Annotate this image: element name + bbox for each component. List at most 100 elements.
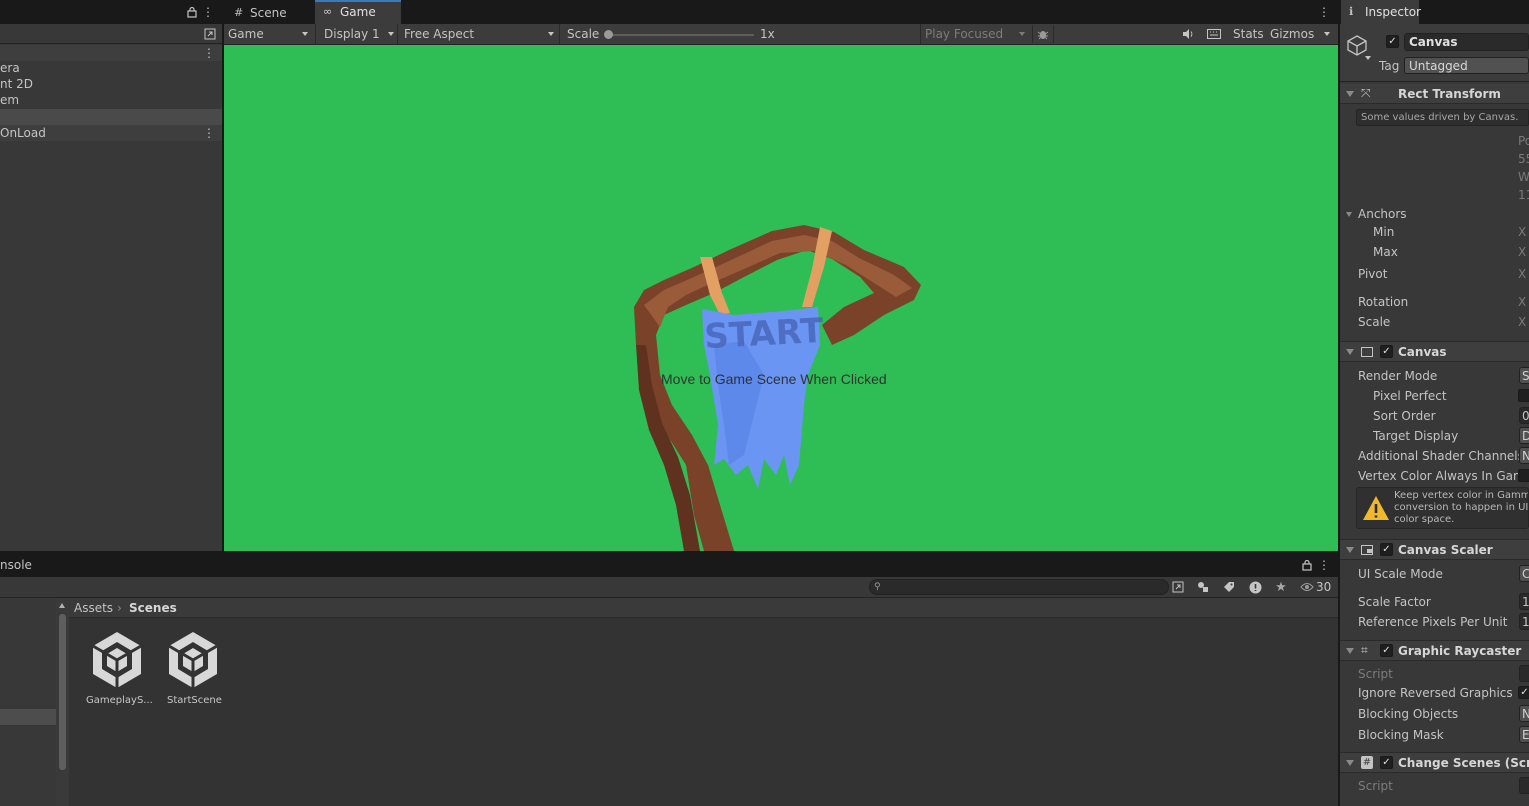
aspect-dropdown[interactable]: Free Aspect — [400, 24, 560, 44]
hierarchy-item-selected[interactable] — [0, 109, 222, 125]
tab-game-label: Game — [340, 5, 376, 19]
scroll-thumb[interactable] — [59, 614, 66, 770]
lock-icon[interactable] — [1300, 558, 1314, 572]
blocking-objects-dropdown[interactable]: N — [1519, 705, 1529, 722]
play-mode-dropdown[interactable]: Play Focused — [920, 24, 1030, 44]
filter-type-icon[interactable] — [1194, 579, 1212, 595]
tag-dropdown[interactable]: Untagged — [1404, 57, 1529, 74]
eye-icon[interactable] — [1299, 580, 1315, 594]
vertex-color-label: Vertex Color Always In Gamm — [1358, 469, 1518, 483]
tab-scene[interactable]: # Scene — [226, 2, 314, 24]
tab-console[interactable]: nsole — [0, 558, 32, 572]
unity-scene-icon — [92, 632, 142, 688]
search-icon: ⚲ — [874, 582, 881, 592]
hierarchy-dontdestroy-row[interactable]: OnLoad ⋮ — [0, 125, 222, 141]
axis-x-label: X — [1518, 295, 1527, 309]
object-name-input[interactable]: Canvas — [1404, 33, 1529, 51]
component-header-canvas-scaler[interactable]: ✓ Canvas Scaler — [1340, 539, 1529, 560]
fold-arrow-icon — [1346, 349, 1354, 355]
component-enabled-checkbox[interactable]: ✓ — [1380, 756, 1393, 769]
asset-item[interactable]: StartScene — [158, 626, 228, 710]
hierarchy-item[interactable]: era — [0, 61, 20, 75]
tab-scene-label: Scene — [250, 6, 287, 20]
asset-item[interactable]: GameplayS... — [82, 626, 153, 710]
asset-name: StartScene — [167, 695, 222, 706]
vertex-color-checkbox[interactable] — [1518, 469, 1529, 482]
scale-factor-label: Scale Factor — [1358, 595, 1431, 609]
bug-icon[interactable] — [1032, 25, 1054, 43]
game-viewport[interactable]: START Move to Game Scene When Clicked — [224, 45, 1338, 551]
hierarchy-scene-row[interactable]: ⋮ — [0, 45, 222, 61]
script-label: Script — [1358, 779, 1393, 793]
more-options-icon[interactable]: ⋮ — [202, 5, 214, 19]
pixel-perfect-checkbox[interactable] — [1518, 389, 1529, 402]
lock-icon[interactable] — [185, 5, 199, 19]
scale-label: Scale — [1358, 315, 1391, 329]
blocking-objects-value: N — [1522, 707, 1529, 721]
sign-text: START — [703, 311, 825, 357]
bottom-tab-strip — [0, 551, 1338, 577]
project-folder-selected[interactable] — [0, 709, 56, 725]
hierarchy-item[interactable]: nt 2D — [0, 77, 33, 91]
blocking-mask-dropdown[interactable]: E — [1519, 726, 1529, 743]
more-options-icon[interactable]: ⋮ — [1318, 558, 1330, 572]
breadcrumb-current[interactable]: Scenes — [129, 601, 177, 615]
component-enabled-checkbox[interactable]: ✓ — [1380, 543, 1393, 556]
project-search-input[interactable]: ⚲ — [869, 579, 1169, 595]
asset-name: GameplayS... — [86, 695, 153, 706]
target-display-dropdown[interactable]: D — [1519, 427, 1529, 444]
star-icon[interactable]: ★ — [1272, 579, 1290, 595]
blocking-objects-label: Blocking Objects — [1358, 707, 1459, 721]
more-options-icon[interactable]: ⋮ — [1318, 5, 1330, 19]
component-enabled-checkbox[interactable]: ✓ — [1380, 345, 1393, 358]
component-header-change-scenes[interactable]: # ✓ Change Scenes (Scr — [1340, 752, 1529, 773]
search-scope-icon[interactable] — [1170, 579, 1186, 595]
stats-button[interactable]: Stats — [1233, 27, 1264, 41]
display-dropdown[interactable]: Display 1 — [318, 24, 398, 44]
blocking-mask-value: E — [1522, 728, 1529, 742]
breadcrumb-separator: › — [117, 601, 122, 615]
ref-pixels-input[interactable]: 1( — [1519, 613, 1529, 630]
view-mode-dropdown[interactable]: Game — [224, 24, 316, 44]
breadcrumb: Assets › Scenes — [69, 598, 1338, 618]
warning-filter-icon[interactable] — [1246, 579, 1264, 595]
driven-note: Some values driven by Canvas. — [1356, 109, 1529, 126]
scale-slider-handle[interactable] — [604, 30, 613, 39]
start-sign-sprite[interactable]: START — [224, 45, 1338, 551]
component-enabled-checkbox[interactable]: ✓ — [1380, 644, 1393, 657]
target-display-label: Target Display — [1373, 429, 1459, 443]
object-active-checkbox[interactable]: ✓ — [1386, 35, 1399, 48]
anchors-label: Anchors — [1358, 207, 1407, 221]
component-header-graphic-raycaster[interactable]: ⌗ ✓ Graphic Raycaster — [1340, 640, 1529, 661]
component-header-rect-transform[interactable]: ⤧ Rect Transform — [1340, 84, 1529, 104]
breadcrumb-root[interactable]: Assets — [74, 601, 113, 615]
keyboard-icon[interactable] — [1203, 25, 1225, 43]
speaker-icon[interactable] — [1178, 25, 1198, 43]
chevron-down-icon[interactable] — [1365, 56, 1371, 60]
component-header-canvas[interactable]: ✓ Canvas — [1340, 341, 1529, 362]
render-mode-dropdown[interactable]: S — [1519, 367, 1529, 384]
fold-arrow-icon[interactable] — [1346, 212, 1352, 217]
ignore-reversed-checkbox[interactable]: ✓ — [1518, 686, 1529, 699]
sort-order-input[interactable]: 0 — [1519, 407, 1529, 424]
gizmos-button[interactable]: Gizmos — [1270, 27, 1314, 41]
top-tab-strip — [0, 0, 1338, 24]
ui-scale-mode-dropdown[interactable]: C — [1519, 565, 1529, 582]
scroll-up-arrow[interactable] — [59, 603, 65, 608]
additional-shader-dropdown[interactable]: N — [1519, 447, 1529, 464]
search-scope-icon[interactable] — [203, 27, 217, 41]
chevron-down-icon[interactable] — [1324, 32, 1330, 36]
tab-game[interactable]: ∞ Game — [315, 0, 401, 24]
hierarchy-item[interactable]: em — [0, 93, 19, 107]
component-title: Graphic Raycaster — [1398, 644, 1522, 658]
scale-slider-track[interactable] — [608, 34, 754, 36]
component-title: Canvas — [1398, 345, 1447, 359]
tree-scrollbar[interactable] — [56, 598, 69, 806]
scale-factor-input[interactable]: 1 — [1519, 593, 1529, 610]
more-options-icon[interactable]: ⋮ — [203, 126, 215, 140]
tab-inspector[interactable]: ℹ Inspector — [1341, 0, 1421, 24]
start-button-label[interactable]: Move to Game Scene When Clicked — [661, 372, 887, 386]
label-tag-icon[interactable] — [1220, 579, 1238, 595]
more-options-icon[interactable]: ⋮ — [203, 46, 215, 60]
view-mode-label: Game — [228, 27, 264, 41]
